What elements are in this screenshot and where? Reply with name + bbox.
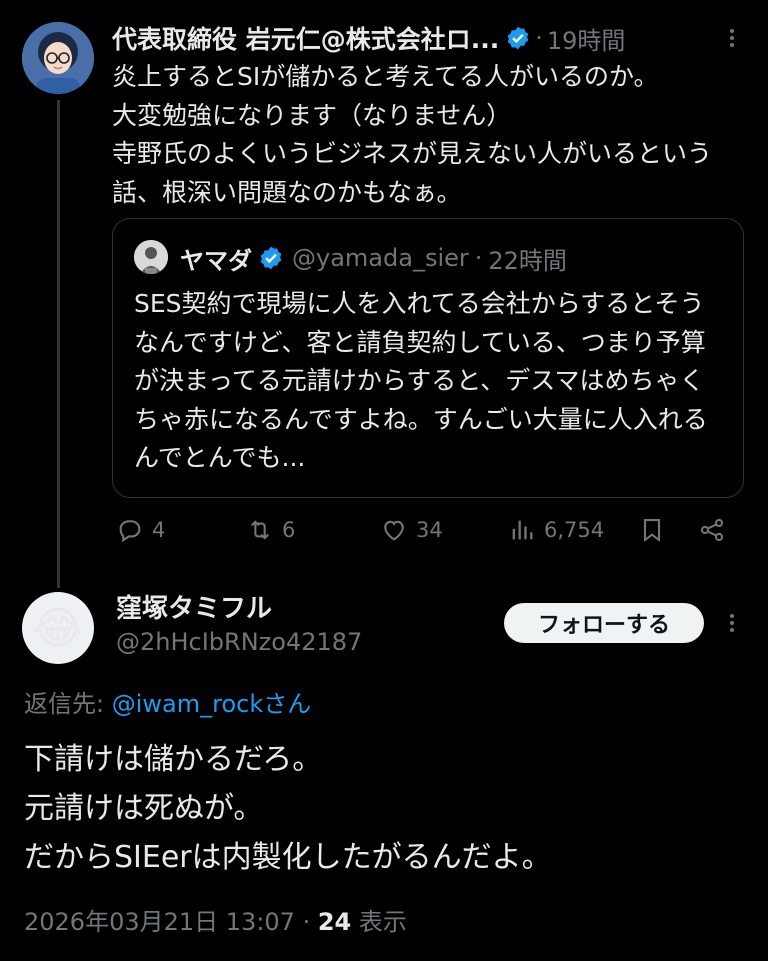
reply-author-name[interactable]: 窪塚タミフル xyxy=(116,588,272,625)
quoted-post-time: 22時間 xyxy=(488,246,567,275)
more-options-icon[interactable] xyxy=(720,26,744,54)
thread-connector-line xyxy=(57,100,60,588)
bookmark-button[interactable] xyxy=(638,516,666,544)
repost-icon xyxy=(251,520,269,540)
quoted-author-handle: @yamada_sier xyxy=(292,244,469,272)
quoted-verified-badge-icon xyxy=(258,245,284,271)
footer-view-label: 表示 xyxy=(351,908,407,936)
repost-count: 6 xyxy=(282,518,296,542)
reply-tweet-text: 下請けは儲かるだろ。 元請けは死ぬが。 だからSIEerは内製化したがるんだよ。 xyxy=(24,742,552,875)
post-time[interactable]: 19時間 xyxy=(547,21,626,56)
verified-badge-icon xyxy=(505,25,531,51)
reply-target-link[interactable]: @iwam_rockさん xyxy=(112,690,312,718)
avatar-illustration xyxy=(22,22,94,94)
reply-author-avatar[interactable]: 😂 xyxy=(22,592,94,664)
tweet-footer: 2026年03月21日 13:07 · 24 表示 xyxy=(24,902,407,937)
bookmark-icon xyxy=(643,519,661,543)
quoted-tweet-text: SES契約で現場に人を入れてる会社からするとそうなんですけど、客と請負契約してい… xyxy=(134,289,708,472)
share-icon xyxy=(700,518,724,542)
repost-button[interactable]: 6 xyxy=(246,516,295,544)
parent-tweet-header: 代表取締役 岩元仁@株式会社ロ... · 19時間 xyxy=(112,18,625,58)
reply-icon xyxy=(119,520,141,543)
follow-button[interactable]: フォローする xyxy=(504,603,704,643)
like-button[interactable]: 34 xyxy=(380,516,443,544)
replying-to-prefix: 返信先: xyxy=(24,690,112,718)
quoted-time-separator: · xyxy=(474,244,483,272)
post-timestamp[interactable]: 2026年03月21日 13:07 xyxy=(24,908,295,936)
laughing-emoji-icon: 😂 xyxy=(32,602,84,654)
parent-tweet-text: 炎上するとSIが儲かると考えてる人がいるのか。 大変勉強になります（なりません）… xyxy=(112,62,713,207)
analytics-icon xyxy=(512,520,533,540)
like-count: 34 xyxy=(416,518,443,542)
share-button[interactable] xyxy=(698,516,726,544)
replying-to-line: 返信先: @iwam_rockさん xyxy=(24,684,311,719)
author-avatar[interactable] xyxy=(22,22,94,94)
reply-target-handle: @iwam_rock xyxy=(111,690,264,718)
footer-separator: · xyxy=(294,908,318,936)
reply-count: 4 xyxy=(152,518,166,542)
heart-icon xyxy=(384,520,404,541)
quoted-author-name: ヤマダ xyxy=(180,246,252,275)
tweet-action-bar: 4 6 34 6,754 xyxy=(112,516,740,556)
reply-more-options-icon[interactable] xyxy=(720,611,744,639)
time-separator: · xyxy=(535,24,543,52)
author-name[interactable]: 代表取締役 岩元仁@株式会社ロ... xyxy=(112,20,499,56)
quoted-tweet-header: ヤマダ @yamada_sier · 22時間 xyxy=(180,238,567,278)
views-button[interactable]: 6,754 xyxy=(508,516,604,544)
reply-target-suffix: さん xyxy=(263,690,312,718)
quoted-author-avatar xyxy=(134,240,168,274)
view-count: 6,754 xyxy=(544,518,605,542)
reply-button[interactable]: 4 xyxy=(116,516,165,544)
reply-author-handle[interactable]: @2hHcIbRNzo42187 xyxy=(116,628,362,656)
footer-view-count: 24 xyxy=(317,908,352,936)
